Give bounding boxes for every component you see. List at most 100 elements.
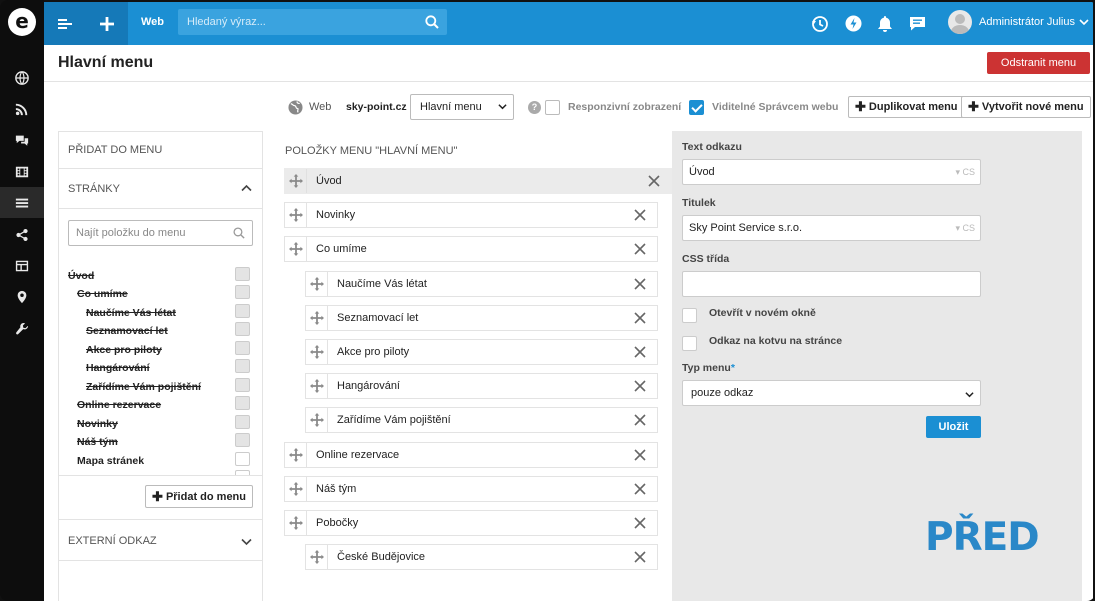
responsive-checkbox[interactable] — [545, 99, 560, 115]
activity-button[interactable] — [841, 2, 865, 45]
tree-checkbox[interactable] — [235, 285, 250, 299]
user-menu[interactable]: Administrátor Julius — [948, 10, 1089, 34]
tree-item[interactable]: Mapa stránek — [77, 455, 144, 467]
app-logo[interactable]: e — [8, 8, 36, 36]
web-link[interactable]: Web — [141, 16, 164, 28]
globe-icon[interactable] — [0, 62, 44, 93]
remove-icon[interactable] — [629, 374, 651, 398]
tree-checkbox[interactable] — [235, 378, 250, 392]
tree-item[interactable]: Hangárování — [86, 362, 150, 374]
external-link-section-header[interactable]: EXTERNÍ ODKAZ — [59, 521, 262, 561]
drag-handle-icon[interactable] — [306, 271, 328, 296]
tree-item[interactable]: Online rezervace — [77, 399, 161, 411]
tree-item[interactable]: Novinky — [77, 418, 118, 430]
remove-icon[interactable] — [629, 306, 651, 330]
menu-item-row[interactable]: České Budějovice — [305, 544, 658, 571]
tree-checkbox[interactable] — [235, 452, 250, 466]
drag-handle-icon[interactable] — [306, 408, 328, 433]
search-input[interactable] — [178, 9, 418, 35]
map-pin-icon[interactable] — [0, 281, 44, 312]
drag-handle-icon[interactable] — [285, 237, 307, 262]
menu-item-row[interactable]: Pobočky — [284, 510, 658, 536]
pages-section-header[interactable]: STRÁNKY — [59, 169, 262, 209]
drag-handle-icon[interactable] — [285, 169, 307, 193]
delete-menu-button[interactable]: Odstranit menu — [987, 52, 1090, 74]
drag-handle-icon[interactable] — [285, 203, 307, 228]
menu-item-row[interactable]: Seznamovací let — [305, 304, 658, 331]
menu-item-label: České Budějovice — [337, 551, 426, 564]
remove-icon[interactable] — [629, 443, 651, 467]
menu-list-icon[interactable] — [0, 187, 44, 218]
tree-item[interactable]: Náš tým — [77, 436, 118, 448]
language-badge[interactable]: ▾ CS — [955, 223, 975, 234]
collapse-menu-button[interactable] — [44, 2, 86, 45]
share-icon[interactable] — [0, 219, 44, 250]
anchor-checkbox[interactable] — [682, 336, 697, 351]
menu-item-row[interactable]: Akce pro piloty — [305, 339, 658, 365]
duplicate-menu-button[interactable]: ✚ Duplikovat menu — [848, 96, 965, 118]
tree-item[interactable]: Seznamovací let — [86, 325, 168, 337]
remove-icon[interactable] — [643, 169, 665, 193]
remove-icon[interactable] — [629, 511, 651, 535]
tree-item[interactable]: Úvod — [68, 270, 94, 282]
remove-icon[interactable] — [629, 340, 651, 364]
link-text-input[interactable]: Úvod ▾ CS — [682, 159, 981, 185]
menu-item-row[interactable]: Zařídíme Vám pojištění — [305, 407, 658, 434]
tree-item[interactable]: Co umíme — [77, 288, 128, 300]
remove-icon[interactable] — [629, 545, 651, 569]
tree-checkbox[interactable] — [235, 359, 250, 373]
tree-checkbox[interactable] — [235, 415, 250, 429]
messages-button[interactable] — [905, 2, 929, 45]
menu-item-row[interactable]: Úvod — [284, 168, 672, 194]
drag-handle-icon[interactable] — [306, 305, 328, 330]
menu-item-row[interactable]: Co umíme — [284, 236, 658, 263]
layout-icon[interactable] — [0, 250, 44, 281]
remove-icon[interactable] — [629, 203, 651, 227]
remove-icon[interactable] — [629, 237, 651, 261]
drag-handle-icon[interactable] — [285, 476, 307, 501]
remove-icon[interactable] — [629, 408, 651, 432]
drag-handle-icon[interactable] — [285, 511, 307, 535]
tree-item[interactable]: Zařídíme Vám pojištění — [86, 381, 201, 393]
create-menu-button[interactable]: ✚ Vytvořit nové menu — [961, 96, 1091, 118]
find-item-input[interactable]: Najít položku do menu — [68, 220, 253, 246]
menu-select[interactable]: Hlavní menu — [410, 93, 514, 120]
menu-item-label: Zařídíme Vám pojištění — [337, 414, 451, 427]
history-button[interactable] — [808, 2, 832, 45]
visible-checkbox[interactable] — [689, 99, 704, 115]
drag-handle-icon[interactable] — [285, 442, 307, 467]
menu-item-row[interactable]: Novinky — [284, 202, 658, 229]
rss-icon[interactable] — [0, 93, 44, 124]
tree-checkbox[interactable] — [235, 267, 250, 281]
tree-checkbox[interactable] — [235, 433, 250, 447]
add-button[interactable] — [86, 2, 128, 45]
tree-item[interactable]: Akce pro piloty — [86, 344, 162, 356]
help-button[interactable]: ? — [528, 95, 541, 119]
menu-item-row[interactable]: Náš tým — [284, 475, 658, 502]
drag-handle-icon[interactable] — [306, 374, 328, 399]
tree-checkbox[interactable] — [235, 341, 250, 355]
drag-handle-icon[interactable] — [306, 545, 328, 570]
notifications-button[interactable] — [873, 2, 897, 45]
comments-icon[interactable] — [0, 124, 44, 155]
tree-item[interactable]: Naučíme Vás létat — [86, 307, 176, 319]
new-window-checkbox[interactable] — [682, 308, 697, 323]
menu-item-row[interactable]: Hangárování — [305, 373, 658, 400]
drag-handle-icon[interactable] — [306, 340, 328, 364]
film-icon[interactable] — [0, 156, 44, 187]
wrench-icon[interactable] — [0, 313, 44, 344]
add-to-menu-button[interactable]: ✚ Přidat do menu — [145, 485, 253, 508]
tree-checkbox[interactable] — [235, 322, 250, 336]
tree-checkbox[interactable] — [235, 304, 250, 318]
css-class-input[interactable] — [682, 271, 981, 297]
remove-icon[interactable] — [629, 272, 651, 296]
menu-type-select[interactable]: pouze odkaz — [682, 380, 981, 406]
menu-item-row[interactable]: Online rezervace — [284, 441, 658, 468]
menu-item-row[interactable]: Naučíme Vás létat — [305, 270, 658, 297]
search-icon[interactable] — [425, 15, 439, 29]
title-input[interactable]: Sky Point Service s.r.o. ▾ CS — [682, 215, 981, 241]
remove-icon[interactable] — [629, 477, 651, 501]
language-badge[interactable]: ▾ CS — [955, 167, 975, 178]
save-button[interactable]: Uložit — [926, 416, 981, 438]
tree-checkbox[interactable] — [235, 396, 250, 410]
